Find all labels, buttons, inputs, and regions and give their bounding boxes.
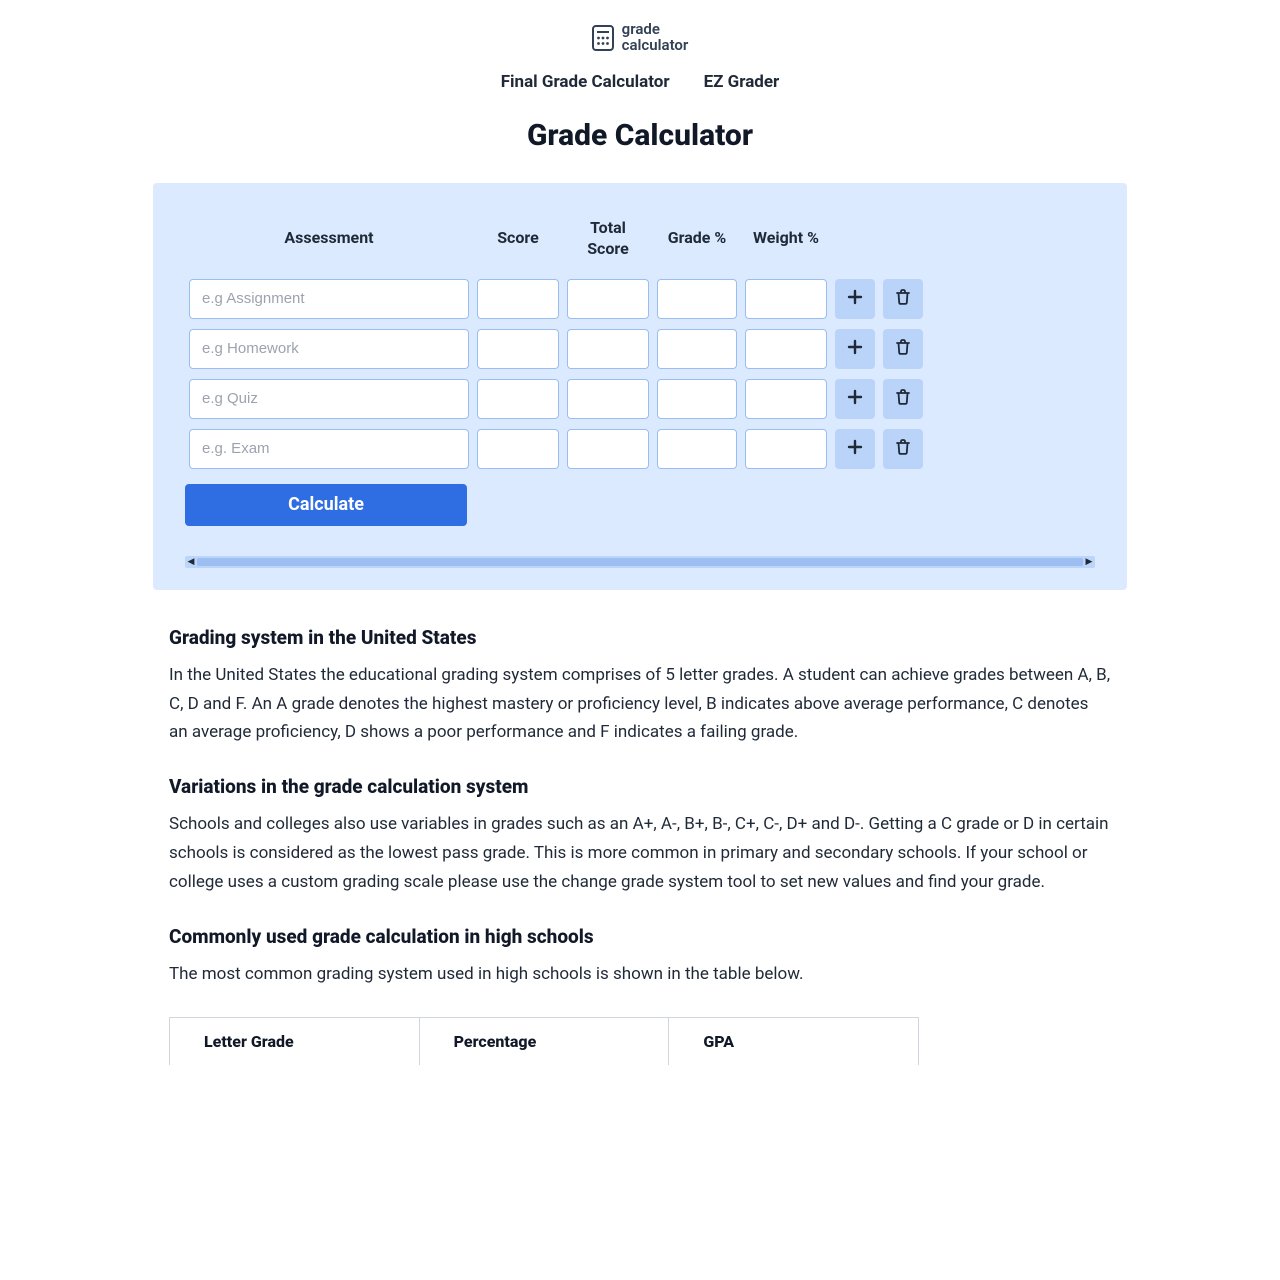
assessment-input[interactable]	[189, 279, 469, 319]
delete-row-button[interactable]	[883, 429, 923, 469]
horizontal-scrollbar[interactable]: ◀ ▶	[185, 556, 1095, 568]
calculator-panel: Assessment Score Total Score Grade % Wei…	[153, 183, 1127, 590]
article: Grading system in the United States In t…	[95, 590, 1185, 989]
add-row-button[interactable]	[835, 379, 875, 419]
col-total-score: Total Score	[563, 217, 653, 274]
grade-pct-input[interactable]	[657, 329, 737, 369]
total-score-input[interactable]	[567, 379, 649, 419]
trash-icon	[894, 338, 912, 360]
calculator-table: Assessment Score Total Score Grade % Wei…	[185, 217, 927, 474]
add-row-button[interactable]	[835, 329, 875, 369]
grade-col-gpa: GPA	[669, 1017, 919, 1065]
plus-icon	[846, 288, 864, 310]
score-input[interactable]	[477, 329, 559, 369]
grade-col-percentage: Percentage	[419, 1017, 669, 1065]
nav: Final Grade Calculator EZ Grader	[95, 72, 1185, 118]
delete-row-button[interactable]	[883, 329, 923, 369]
section-3-body: The most common grading system used in h…	[169, 960, 1111, 989]
table-row	[185, 324, 927, 374]
scroll-left-icon[interactable]: ◀	[185, 556, 197, 568]
nav-final-grade[interactable]: Final Grade Calculator	[501, 72, 670, 92]
logo-text-2: calculator	[622, 38, 689, 54]
plus-icon	[846, 438, 864, 460]
grade-pct-input[interactable]	[657, 279, 737, 319]
section-1-title: Grading system in the United States	[169, 626, 1111, 649]
total-score-input[interactable]	[567, 429, 649, 469]
col-grade-pct: Grade %	[653, 217, 741, 274]
weight-pct-input[interactable]	[745, 429, 827, 469]
grade-pct-input[interactable]	[657, 379, 737, 419]
grade-pct-input[interactable]	[657, 429, 737, 469]
col-score: Score	[473, 217, 563, 274]
trash-icon	[894, 288, 912, 310]
col-assessment: Assessment	[185, 217, 473, 274]
assessment-input[interactable]	[189, 329, 469, 369]
assessment-input[interactable]	[189, 429, 469, 469]
calculator-scroll[interactable]: Assessment Score Total Score Grade % Wei…	[185, 217, 1095, 474]
header: grade calculator	[95, 0, 1185, 72]
table-row	[185, 424, 927, 474]
weight-pct-input[interactable]	[745, 279, 827, 319]
page-root: grade calculator Final Grade Calculator …	[95, 0, 1185, 1065]
plus-icon	[846, 338, 864, 360]
scroll-track[interactable]	[197, 558, 1083, 566]
table-row	[185, 374, 927, 424]
total-score-input[interactable]	[567, 279, 649, 319]
delete-row-button[interactable]	[883, 379, 923, 419]
trash-icon	[894, 438, 912, 460]
grade-table-wrap: Letter Grade Percentage GPA	[95, 1017, 1185, 1065]
weight-pct-input[interactable]	[745, 329, 827, 369]
calculator-icon	[592, 25, 614, 51]
delete-row-button[interactable]	[883, 279, 923, 319]
nav-ez-grader[interactable]: EZ Grader	[704, 72, 780, 92]
calculate-button[interactable]: Calculate	[185, 484, 467, 526]
add-row-button[interactable]	[835, 279, 875, 319]
total-score-input[interactable]	[567, 329, 649, 369]
grade-table: Letter Grade Percentage GPA	[169, 1017, 919, 1065]
score-input[interactable]	[477, 279, 559, 319]
page-title: Grade Calculator	[95, 118, 1185, 153]
score-input[interactable]	[477, 429, 559, 469]
scroll-right-icon[interactable]: ▶	[1083, 556, 1095, 568]
section-2-title: Variations in the grade calculation syst…	[169, 775, 1111, 798]
col-weight-pct: Weight %	[741, 217, 831, 274]
add-row-button[interactable]	[835, 429, 875, 469]
assessment-input[interactable]	[189, 379, 469, 419]
section-2-body: Schools and colleges also use variables …	[169, 810, 1111, 897]
weight-pct-input[interactable]	[745, 379, 827, 419]
plus-icon	[846, 388, 864, 410]
score-input[interactable]	[477, 379, 559, 419]
logo[interactable]: grade calculator	[592, 22, 689, 54]
table-row	[185, 274, 927, 324]
section-1-body: In the United States the educational gra…	[169, 661, 1111, 748]
trash-icon	[894, 388, 912, 410]
section-3-title: Commonly used grade calculation in high …	[169, 925, 1111, 948]
grade-col-letter: Letter Grade	[170, 1017, 420, 1065]
